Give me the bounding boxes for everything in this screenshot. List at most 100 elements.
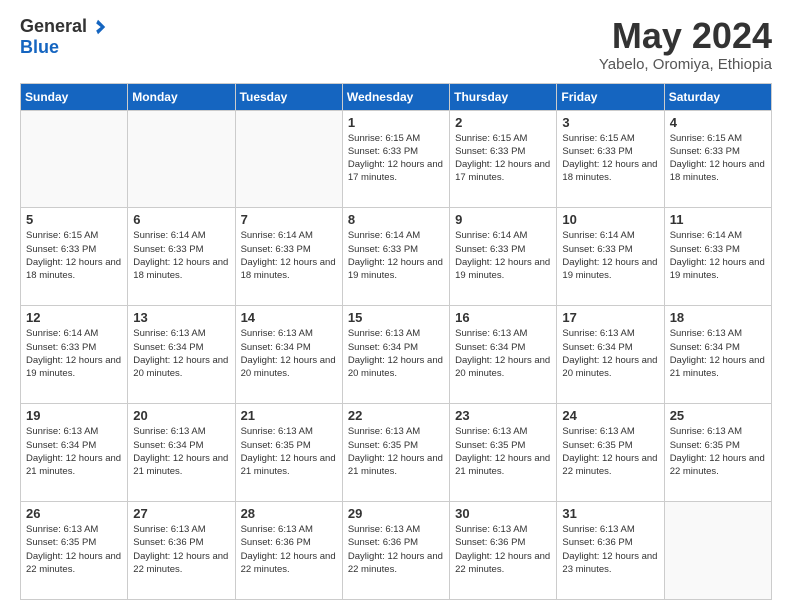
day-info: Sunrise: 6:15 AM Sunset: 6:33 PM Dayligh… xyxy=(455,132,551,185)
day-info: Sunrise: 6:13 AM Sunset: 6:35 PM Dayligh… xyxy=(670,425,766,478)
calendar-cell: 20Sunrise: 6:13 AM Sunset: 6:34 PM Dayli… xyxy=(128,404,235,502)
calendar-week-4: 26 Sunrise: 6:13 AM Sunset: 6:35 PM Dayli… xyxy=(21,502,772,600)
calendar-cell: 1Sunrise: 6:15 AM Sunset: 6:33 PM Daylig… xyxy=(342,110,449,208)
day-number: 26 xyxy=(26,506,122,521)
day-number: 15 xyxy=(348,310,444,325)
calendar-cell: 25 Sunrise: 6:13 AM Sunset: 6:35 PM Dayli… xyxy=(664,404,771,502)
day-info: Sunrise: 6:13 AM Sunset: 6:36 PM Dayligh… xyxy=(455,523,551,576)
day-number: 2 xyxy=(455,115,551,130)
day-info: Sunrise: 6:13 AM Sunset: 6:36 PM Dayligh… xyxy=(348,523,444,576)
calendar-cell: 7 Sunrise: 6:14 AM Sunset: 6:33 PM Daylig… xyxy=(235,208,342,306)
day-info: Sunrise: 6:14 AM Sunset: 6:33 PM Dayligh… xyxy=(455,229,551,282)
calendar-cell xyxy=(128,110,235,208)
calendar-cell: 24 Sunrise: 6:13 AM Sunset: 6:35 PM Dayli… xyxy=(557,404,664,502)
day-info: Sunrise: 6:13 AM Sunset: 6:35 PM Dayligh… xyxy=(348,425,444,478)
day-number: 12 xyxy=(26,310,122,325)
calendar-cell: 6 Sunrise: 6:14 AM Sunset: 6:33 PM Daylig… xyxy=(128,208,235,306)
day-number: 30 xyxy=(455,506,551,521)
day-number: 1 xyxy=(348,115,444,130)
day-info: Sunrise: 6:14 AM Sunset: 6:33 PM Dayligh… xyxy=(133,229,229,282)
day-info: Sunrise: 6:13 AM Sunset: 6:35 PM Dayligh… xyxy=(26,523,122,576)
calendar-header-wednesday: Wednesday xyxy=(342,83,449,110)
calendar-week-1: 5Sunrise: 6:15 AM Sunset: 6:33 PM Daylig… xyxy=(21,208,772,306)
day-number: 20 xyxy=(133,408,229,423)
calendar-cell: 27 Sunrise: 6:13 AM Sunset: 6:36 PM Dayli… xyxy=(128,502,235,600)
day-number: 31 xyxy=(562,506,658,521)
day-info: Sunrise: 6:13 AM Sunset: 6:34 PM Dayligh… xyxy=(241,327,337,380)
day-number: 28 xyxy=(241,506,337,521)
logo: General Blue xyxy=(20,16,107,58)
day-number: 19 xyxy=(26,408,122,423)
calendar-cell: 9 Sunrise: 6:14 AM Sunset: 6:33 PM Daylig… xyxy=(450,208,557,306)
day-number: 23 xyxy=(455,408,551,423)
calendar-cell xyxy=(664,502,771,600)
page-header: General Blue May 2024 Yabelo, Oromiya, E… xyxy=(20,16,772,73)
day-info: Sunrise: 6:15 AM Sunset: 6:33 PM Dayligh… xyxy=(670,132,766,185)
day-info: Sunrise: 6:13 AM Sunset: 6:34 PM Dayligh… xyxy=(348,327,444,380)
day-number: 16 xyxy=(455,310,551,325)
calendar-cell: 17 Sunrise: 6:13 AM Sunset: 6:34 PM Dayli… xyxy=(557,306,664,404)
day-info: Sunrise: 6:15 AM Sunset: 6:33 PM Dayligh… xyxy=(26,229,122,282)
calendar-week-3: 19 Sunrise: 6:13 AM Sunset: 6:34 PM Dayli… xyxy=(21,404,772,502)
calendar-cell: 15 Sunrise: 6:13 AM Sunset: 6:34 PM Dayli… xyxy=(342,306,449,404)
calendar-header-thursday: Thursday xyxy=(450,83,557,110)
calendar-cell: 3 Sunrise: 6:15 AM Sunset: 6:33 PM Daylig… xyxy=(557,110,664,208)
day-number: 3 xyxy=(562,115,658,130)
calendar-cell: 2 Sunrise: 6:15 AM Sunset: 6:33 PM Daylig… xyxy=(450,110,557,208)
calendar-cell: 19 Sunrise: 6:13 AM Sunset: 6:34 PM Dayli… xyxy=(21,404,128,502)
day-info: Sunrise: 6:14 AM Sunset: 6:33 PM Dayligh… xyxy=(562,229,658,282)
calendar-cell: 12 Sunrise: 6:14 AM Sunset: 6:33 PM Dayli… xyxy=(21,306,128,404)
logo-blue-text: Blue xyxy=(20,37,59,57)
day-number: 24 xyxy=(562,408,658,423)
day-number: 4 xyxy=(670,115,766,130)
calendar-week-2: 12 Sunrise: 6:14 AM Sunset: 6:33 PM Dayli… xyxy=(21,306,772,404)
logo-icon xyxy=(89,18,107,36)
day-info: Sunrise: 6:13 AM Sunset: 6:36 PM Dayligh… xyxy=(241,523,337,576)
calendar-cell: 5Sunrise: 6:15 AM Sunset: 6:33 PM Daylig… xyxy=(21,208,128,306)
day-number: 11 xyxy=(670,212,766,227)
calendar-cell xyxy=(21,110,128,208)
calendar-header-friday: Friday xyxy=(557,83,664,110)
calendar-cell: 4 Sunrise: 6:15 AM Sunset: 6:33 PM Daylig… xyxy=(664,110,771,208)
day-number: 6 xyxy=(133,212,229,227)
calendar-cell: 14 Sunrise: 6:13 AM Sunset: 6:34 PM Dayli… xyxy=(235,306,342,404)
day-info: Sunrise: 6:13 AM Sunset: 6:34 PM Dayligh… xyxy=(562,327,658,380)
day-info: Sunrise: 6:13 AM Sunset: 6:35 PM Dayligh… xyxy=(562,425,658,478)
day-number: 8 xyxy=(348,212,444,227)
calendar-cell: 21Sunrise: 6:13 AM Sunset: 6:35 PM Dayli… xyxy=(235,404,342,502)
calendar-header-sunday: Sunday xyxy=(21,83,128,110)
location-text: Yabelo, Oromiya, Ethiopia xyxy=(599,56,772,73)
calendar-header-row: SundayMondayTuesdayWednesdayThursdayFrid… xyxy=(21,83,772,110)
day-number: 14 xyxy=(241,310,337,325)
day-number: 17 xyxy=(562,310,658,325)
day-number: 27 xyxy=(133,506,229,521)
day-number: 7 xyxy=(241,212,337,227)
calendar-cell: 29 Sunrise: 6:13 AM Sunset: 6:36 PM Dayli… xyxy=(342,502,449,600)
calendar-cell: 16Sunrise: 6:13 AM Sunset: 6:34 PM Dayli… xyxy=(450,306,557,404)
day-info: Sunrise: 6:14 AM Sunset: 6:33 PM Dayligh… xyxy=(348,229,444,282)
calendar-cell: 22Sunrise: 6:13 AM Sunset: 6:35 PM Dayli… xyxy=(342,404,449,502)
calendar-week-0: 1 Sunrise: 6:15 AM Sunset: 6:33 PM Daylig… xyxy=(21,110,772,208)
calendar-header-tuesday: Tuesday xyxy=(235,83,342,110)
day-info: Sunrise: 6:13 AM Sunset: 6:34 PM Dayligh… xyxy=(26,425,122,478)
day-info: Sunrise: 6:13 AM Sunset: 6:36 PM Dayligh… xyxy=(562,523,658,576)
calendar-cell: 10Sunrise: 6:14 AM Sunset: 6:33 PM Dayli… xyxy=(557,208,664,306)
calendar-header-saturday: Saturday xyxy=(664,83,771,110)
day-number: 9 xyxy=(455,212,551,227)
day-number: 29 xyxy=(348,506,444,521)
day-info: Sunrise: 6:13 AM Sunset: 6:35 PM Dayligh… xyxy=(455,425,551,478)
month-title: May 2024 xyxy=(599,16,772,56)
calendar-cell: 31 Sunrise: 6:13 AM Sunset: 6:36 PM Dayli… xyxy=(557,502,664,600)
calendar-cell: 11Sunrise: 6:14 AM Sunset: 6:33 PM Dayli… xyxy=(664,208,771,306)
day-info: Sunrise: 6:13 AM Sunset: 6:34 PM Dayligh… xyxy=(133,327,229,380)
day-info: Sunrise: 6:14 AM Sunset: 6:33 PM Dayligh… xyxy=(241,229,337,282)
day-info: Sunrise: 6:13 AM Sunset: 6:34 PM Dayligh… xyxy=(670,327,766,380)
calendar-header-monday: Monday xyxy=(128,83,235,110)
calendar-cell: 13 Sunrise: 6:13 AM Sunset: 6:34 PM Dayli… xyxy=(128,306,235,404)
day-info: Sunrise: 6:14 AM Sunset: 6:33 PM Dayligh… xyxy=(26,327,122,380)
day-number: 25 xyxy=(670,408,766,423)
calendar-cell: 26 Sunrise: 6:13 AM Sunset: 6:35 PM Dayli… xyxy=(21,502,128,600)
day-number: 13 xyxy=(133,310,229,325)
day-info: Sunrise: 6:15 AM Sunset: 6:33 PM Dayligh… xyxy=(562,132,658,185)
day-info: Sunrise: 6:13 AM Sunset: 6:36 PM Dayligh… xyxy=(133,523,229,576)
